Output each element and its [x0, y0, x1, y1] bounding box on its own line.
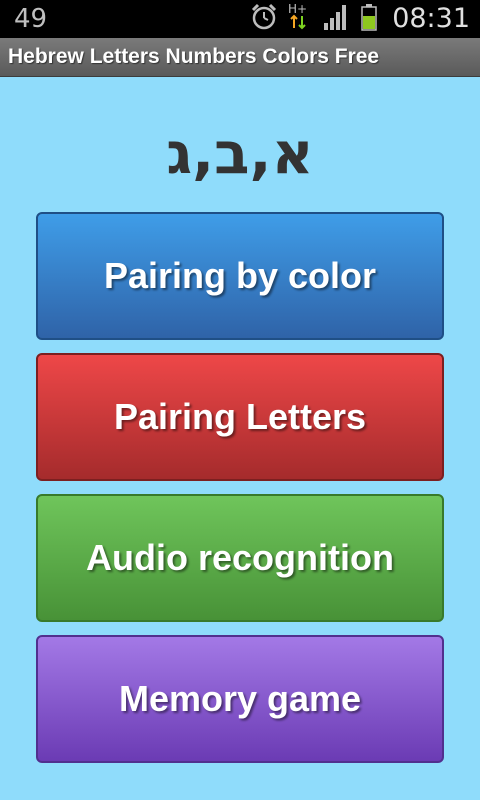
status-icons: H+ 08:31: [240, 2, 470, 36]
svg-text:H+: H+: [288, 2, 307, 16]
battery-icon: [360, 3, 378, 35]
button-label: Memory game: [118, 678, 362, 719]
button-label: Pairing Letters: [113, 396, 367, 437]
alarm-icon: [250, 3, 278, 35]
hebrew-letters-heading: א,ב,ג: [166, 119, 314, 187]
pairing-by-color-button[interactable]: Pairing by color: [36, 212, 444, 340]
pairing-letters-button[interactable]: Pairing Letters: [36, 353, 444, 481]
network-hplus-icon: H+: [288, 2, 312, 36]
signal-icon: [322, 3, 350, 35]
audio-recognition-button[interactable]: Audio recognition: [36, 494, 444, 622]
status-bar: 49 H+ 08:31: [0, 0, 480, 38]
app-title: Hebrew Letters Numbers Colors Free: [8, 45, 380, 68]
clock: 08:31: [392, 3, 470, 34]
app-title-bar: Hebrew Letters Numbers Colors Free: [0, 38, 480, 77]
button-label: Audio recognition: [86, 537, 394, 578]
button-label: Pairing by color: [103, 255, 377, 296]
memory-game-button[interactable]: Memory game: [36, 635, 444, 763]
notification-count: 49: [14, 4, 48, 34]
